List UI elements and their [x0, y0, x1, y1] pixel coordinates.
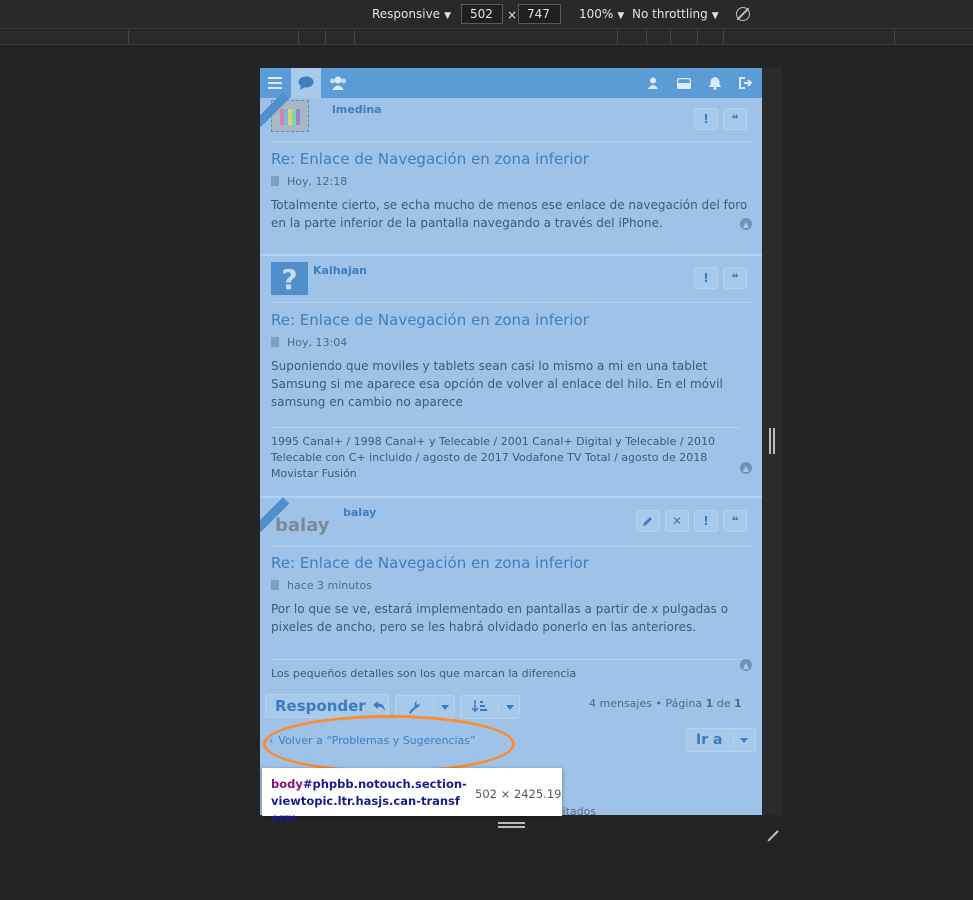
resize-handle-bottom[interactable]: [498, 822, 525, 828]
svg-text:?: ?: [281, 263, 297, 295]
inspector-selector: body#phpbb.notouch.section-viewtopic.ltr…: [271, 777, 467, 825]
avatar: ?: [271, 262, 308, 296]
device-viewport: lmedina ! ❝ Re: Enlace de Navegación en …: [260, 68, 762, 815]
post-author[interactable]: lmedina: [332, 103, 382, 116]
device-mode-label: Responsive: [372, 7, 441, 21]
post-timestamp: hace 3 minutos: [271, 579, 372, 592]
device-mode-dropdown[interactable]: Responsive ▼: [372, 7, 451, 21]
throttling-label: No throttling: [632, 7, 708, 21]
post-title[interactable]: Re: Enlace de Navegación en zona inferio…: [271, 554, 589, 572]
rotate-icon[interactable]: [736, 7, 750, 21]
zoom-label: 100%: [579, 7, 614, 21]
partial-footer-text: vitados: [556, 805, 597, 818]
user-profile-icon[interactable]: [638, 68, 668, 98]
post-icon[interactable]: [271, 176, 279, 186]
chevron-down-icon: ▼: [617, 11, 625, 21]
chevron-down-icon: [506, 705, 514, 710]
report-button[interactable]: !: [694, 510, 718, 532]
sort-icon: [472, 700, 487, 713]
post-time: Hoy, 12:18: [287, 175, 348, 188]
logout-icon[interactable]: [731, 68, 761, 98]
back-to-top-icon[interactable]: ▲: [740, 462, 752, 474]
post-body: Por lo que se ve, estará implementado en…: [271, 602, 729, 634]
post-author[interactable]: Kalhajan: [313, 264, 367, 277]
viewport-width-input[interactable]: 502: [461, 4, 503, 24]
inspector-tooltip: body#phpbb.notouch.section-viewtopic.ltr…: [262, 768, 562, 825]
chevron-down-icon: ▼: [711, 11, 719, 21]
back-to-top-icon[interactable]: ▲: [740, 218, 752, 230]
post-timestamp: Hoy, 13:04: [271, 336, 347, 349]
reply-arrow-icon: [372, 701, 385, 711]
post-divider: [271, 546, 751, 547]
chevron-down-icon: [441, 705, 449, 710]
resize-handle-corner[interactable]: [764, 818, 778, 832]
chat-bubble-icon[interactable]: [291, 68, 321, 98]
delete-button[interactable]: ✕: [665, 510, 689, 532]
post-icon[interactable]: [271, 580, 279, 590]
menu-icon[interactable]: [260, 68, 290, 98]
post-icon[interactable]: [271, 337, 279, 347]
inbox-icon[interactable]: [669, 68, 699, 98]
post-divider: [271, 141, 751, 142]
post-timestamp: Hoy, 12:18: [271, 175, 347, 188]
report-button[interactable]: !: [694, 108, 718, 130]
report-button[interactable]: !: [694, 267, 718, 289]
devtools-device-toolbar: Responsive ▼ 502 × 747 100% ▼ No throttlin…: [0, 0, 973, 29]
zoom-dropdown[interactable]: 100% ▼: [579, 7, 624, 21]
chevron-down-icon: [740, 738, 748, 743]
post-body: Totalmente cierto, se echa mucho de meno…: [271, 198, 748, 230]
pencil-icon: [643, 517, 652, 526]
post-time: Hoy, 13:04: [287, 336, 348, 349]
dimension-separator: ×: [507, 8, 518, 22]
resize-handle-right[interactable]: [769, 428, 775, 454]
quote-button[interactable]: ❝: [723, 108, 747, 130]
svg-text:balay: balay: [275, 515, 330, 536]
post-author[interactable]: balay: [343, 506, 376, 519]
post-body: Suponiendo que moviles y tablets sean ca…: [271, 359, 723, 409]
media-query-ruler[interactable]: [0, 30, 973, 45]
quote-button[interactable]: ❝: [723, 510, 747, 532]
notifications-bell-icon[interactable]: [700, 68, 730, 98]
post-item: balay balay ✕ ! ❝ Re: Enlace de Navegaci…: [260, 496, 762, 686]
post-time: hace 3 minutos: [287, 579, 373, 592]
sort-options-dropdown[interactable]: [460, 695, 520, 719]
wrench-icon: [409, 701, 420, 714]
quote-button[interactable]: ❝: [723, 267, 747, 289]
post-signature: 1995 Canal+ / 1998 Canal+ y Telecable / …: [271, 427, 741, 482]
throttling-dropdown[interactable]: No throttling ▼: [632, 7, 719, 21]
post-divider: [271, 302, 751, 303]
back-to-top-icon[interactable]: ▲: [740, 659, 752, 671]
inspector-size: 502 × 2425.19: [475, 787, 562, 801]
jump-to-label: Ir a: [696, 732, 723, 748]
reply-label: Responder: [275, 697, 366, 715]
chevron-down-icon: ▼: [444, 11, 451, 21]
viewport-height-input[interactable]: 747: [518, 4, 561, 24]
forum-navbar: [260, 68, 762, 98]
edit-button[interactable]: [636, 510, 660, 532]
post-signature: Los pequeños detalles son los que marcan…: [271, 659, 741, 682]
post-title[interactable]: Re: Enlace de Navegación en zona inferio…: [271, 150, 589, 168]
users-icon[interactable]: [323, 68, 353, 98]
post-item: ? Kalhajan ! ❝ Re: Enlace de Navegación …: [260, 254, 762, 486]
post-item: lmedina ! ❝ Re: Enlace de Navegación en …: [260, 92, 762, 244]
annotation-highlight-ellipse: [263, 715, 515, 773]
pagination-info: 4 mensajes • Página 1 de 1: [589, 697, 742, 710]
post-title[interactable]: Re: Enlace de Navegación en zona inferio…: [271, 311, 589, 329]
jump-to-dropdown[interactable]: Ir a: [686, 728, 756, 752]
